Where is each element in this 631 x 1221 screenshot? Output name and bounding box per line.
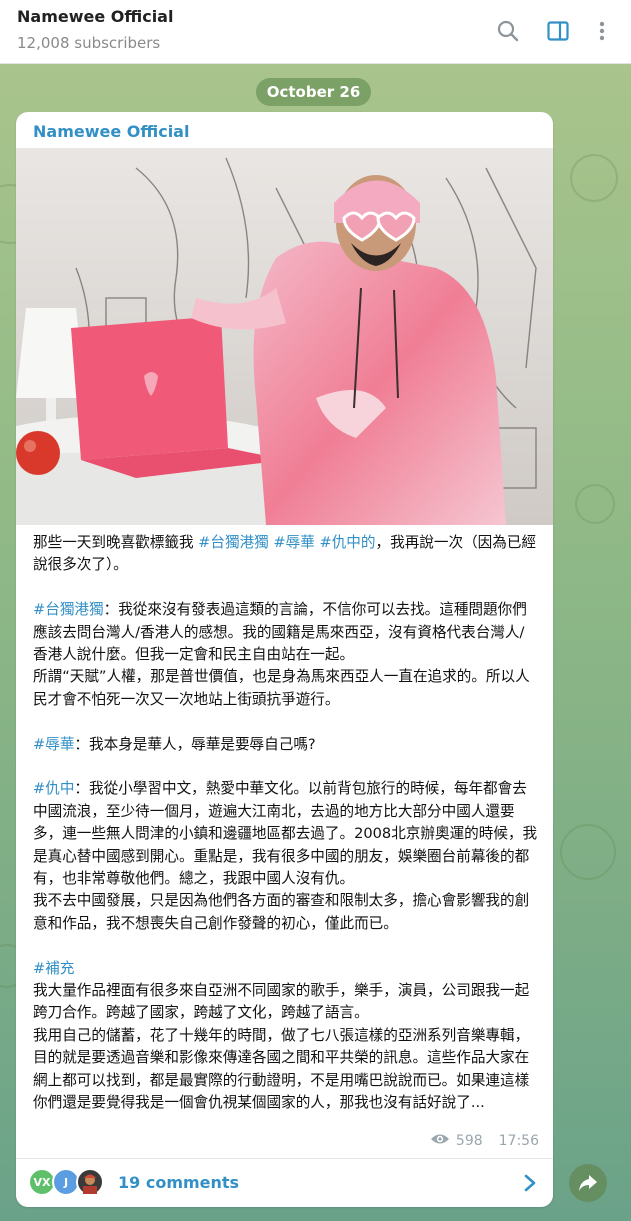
avatar-photo xyxy=(76,1168,104,1196)
text-span: ：我本身是華人，辱華是要辱自己嗎? xyxy=(74,735,316,753)
text-span: ：我從來沒有發表過這類的言論，不信你可以去找。這種問題你們應該去問台灣人/香港人… xyxy=(33,601,530,708)
hashtag-link[interactable]: #補充 xyxy=(33,960,74,977)
hashtag-link[interactable]: #仇中的 xyxy=(319,534,375,551)
subscriber-count: 12,008 subscribers xyxy=(17,34,161,52)
post-text: 那些一天到晚喜歡標籤我 #台獨港獨 #辱華 #仇中的，我再說一次（因為已經說很多… xyxy=(33,532,538,1115)
post-photo[interactable] xyxy=(16,148,553,525)
post-meta: 598 17:56 xyxy=(430,1132,539,1150)
share-button[interactable] xyxy=(569,1164,607,1202)
comments-count[interactable]: 19 comments xyxy=(118,1173,239,1192)
hashtag-link[interactable]: #台獨港獨 xyxy=(198,534,269,551)
text-span: 那些一天到晚喜歡標籤我 xyxy=(33,534,199,551)
post-paragraph: #仇中：我從小學習中文，熱愛中華文化。以前背包旅行的時候，每年都會去中國流浪，至… xyxy=(33,778,538,935)
channel-title[interactable]: Namewee Official xyxy=(17,7,173,26)
chat-background[interactable]: October 26 Namewee Official 那些一天到晚喜歡標籤我 … xyxy=(0,64,631,1221)
text-span: 我大量作品裡面有很多來自亞洲不同國家的歌手，樂手，演員，公司跟我一起跨刀合作。跨… xyxy=(33,982,530,1112)
channel-post[interactable]: Namewee Official 那些一天到晚喜歡標籤我 #台獨港獨 #辱華 #… xyxy=(16,112,553,1207)
comments-button[interactable]: VX J 19 comments xyxy=(16,1159,553,1207)
chat-header: Namewee Official 12,008 subscribers xyxy=(0,0,631,64)
search-icon[interactable] xyxy=(493,16,523,46)
hashtag-link[interactable]: #台獨港獨 xyxy=(33,601,104,618)
eye-icon xyxy=(430,1132,450,1150)
text-span: ：我從小學習中文，熱愛中華文化。以前背包旅行的時候，每年都會去中國流浪，至少待一… xyxy=(33,780,538,932)
date-separator: October 26 xyxy=(256,78,371,106)
chevron-right-icon[interactable] xyxy=(521,1173,539,1197)
background-doodle xyxy=(575,484,615,524)
post-author[interactable]: Namewee Official xyxy=(33,122,189,141)
hashtag-link[interactable]: #辱華 xyxy=(33,736,74,753)
post-paragraph: 那些一天到晚喜歡標籤我 #台獨港獨 #辱華 #仇中的，我再說一次（因為已經說很多… xyxy=(33,532,538,577)
hashtag-link[interactable]: #辱華 xyxy=(273,534,314,551)
post-time: 17:56 xyxy=(498,1133,539,1149)
view-count: 598 xyxy=(455,1133,483,1149)
sidebar-toggle-icon[interactable] xyxy=(543,16,573,46)
share-arrow-icon xyxy=(579,1175,597,1191)
more-vertical-icon[interactable] xyxy=(587,16,617,46)
background-doodle xyxy=(570,154,618,202)
post-paragraph: #台獨港獨：我從來沒有發表過這類的言論，不信你可以去找。這種問題你們應該去問台灣… xyxy=(33,599,538,711)
hashtag-link[interactable]: #仇中 xyxy=(33,780,74,797)
background-doodle xyxy=(560,824,616,880)
post-paragraph: #辱華：我本身是華人，辱華是要辱自己嗎? xyxy=(33,734,538,756)
post-paragraph: #補充 我大量作品裡面有很多來自亞洲不同國家的歌手，樂手，演員，公司跟我一起跨刀… xyxy=(33,958,538,1115)
